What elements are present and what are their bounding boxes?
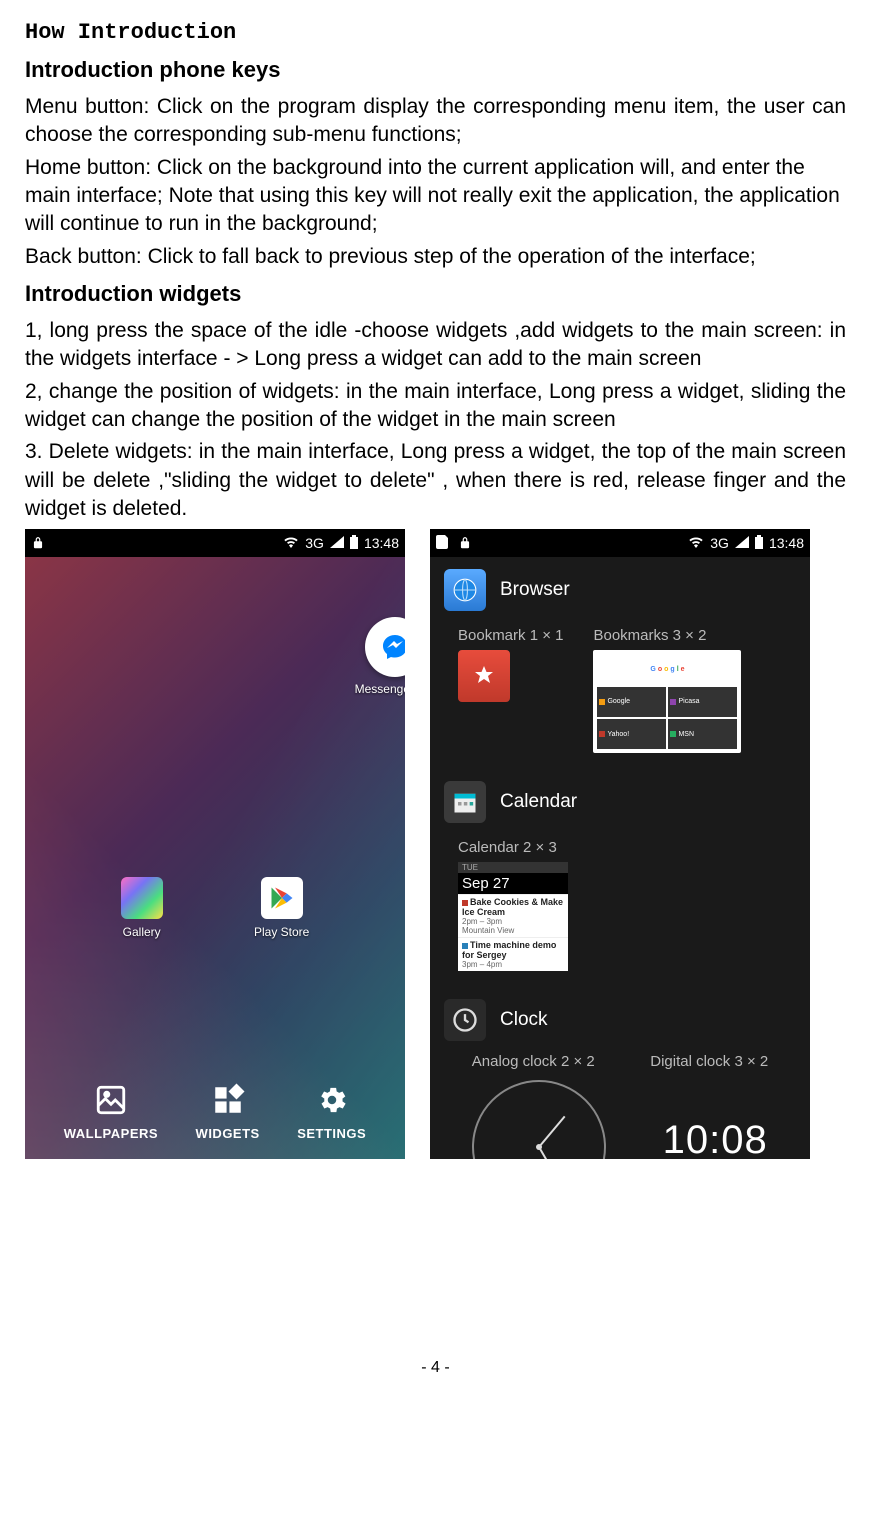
calendar-preview: TUE Sep 27 Bake Cookies & Make Ice Cream…: [458, 862, 568, 971]
browser-icon: [444, 569, 486, 611]
calendar-section-label: Calendar: [500, 791, 577, 813]
paragraph-widgets-2: 2, change the position of widgets: in th…: [25, 378, 846, 435]
clock-section-label: Clock: [500, 1009, 548, 1031]
signal-icon: [735, 535, 749, 551]
clock-label: 13:48: [769, 535, 804, 551]
widget-bookmark-1x1[interactable]: Bookmark 1 × 1: [458, 627, 563, 753]
messenger-chathead[interactable]: [365, 617, 405, 677]
widgets-button[interactable]: WIDGETS: [196, 1080, 260, 1141]
status-bar: 3G 13:48: [430, 529, 810, 557]
bookmarks-grid-preview: Google Google Picasa Yahoo! MSN: [593, 650, 741, 753]
wallpapers-label: WALLPAPERS: [64, 1126, 158, 1141]
widget-analog-clock[interactable]: [472, 1080, 606, 1159]
calendar-day: TUE: [458, 862, 568, 873]
network-label: 3G: [305, 535, 324, 551]
clock-label: 13:48: [364, 535, 399, 551]
widget-bookmarks-3x2[interactable]: Bookmarks 3 × 2 Google Google Picasa Yah…: [593, 627, 741, 753]
widget-section-calendar: Calendar: [430, 769, 810, 835]
calendar-icon: [444, 781, 486, 823]
app-play-store[interactable]: Play Store: [254, 877, 309, 939]
widget-section-clock: Clock: [430, 987, 810, 1053]
wifi-icon: [283, 535, 299, 551]
play-store-icon: [261, 877, 303, 919]
lock-icon: [458, 536, 472, 550]
status-bar: 3G 13:48: [25, 529, 405, 557]
screenshots-row: 3G 13:48 Messenge Gallery: [25, 529, 846, 1159]
bookmark-1x1-label: Bookmark 1 × 1: [458, 627, 563, 644]
settings-button[interactable]: SETTINGS: [297, 1080, 366, 1141]
paragraph-back-button: Back button: Click to fall back to previ…: [25, 243, 846, 271]
signal-icon: [330, 535, 344, 551]
browser-section-label: Browser: [500, 579, 570, 601]
digital-time: 10:08: [663, 1118, 768, 1159]
section-heading-widgets: Introduction widgets: [25, 281, 846, 307]
widgets-icon: [208, 1080, 248, 1120]
sdcard-icon: [436, 535, 448, 552]
analog-clock-face: [472, 1080, 606, 1159]
calendar-event: Bake Cookies & Make Ice Cream 2pm – 3pm …: [458, 894, 568, 937]
widget-digital-clock[interactable]: 10:08 FRI, OCTOBER 05: [663, 1080, 768, 1159]
page-title: How Introduction: [25, 20, 846, 45]
calendar-event: Time machine demo for Sergey 3pm – 4pm: [458, 937, 568, 971]
digital-clock-face: 10:08 FRI, OCTOBER 05: [663, 1080, 768, 1159]
paragraph-widgets-3: 3. Delete widgets: in the main interface…: [25, 438, 846, 523]
messenger-label: Messenge: [355, 682, 405, 696]
play-store-label: Play Store: [254, 925, 309, 939]
calendar-date: Sep 27: [458, 873, 568, 894]
paragraph-home-button: Home button: Click on the background int…: [25, 154, 846, 239]
settings-label: SETTINGS: [297, 1126, 366, 1141]
bookmarks-3x2-label: Bookmarks 3 × 2: [593, 627, 741, 644]
page-number: - 4 -: [25, 1359, 846, 1377]
digital-clock-label: Digital clock 3 × 2: [650, 1053, 768, 1070]
wallpapers-icon: [91, 1080, 131, 1120]
settings-icon: [312, 1080, 352, 1120]
analog-clock-label: Analog clock 2 × 2: [472, 1053, 595, 1070]
event-color-swatch: [462, 943, 468, 949]
widget-calendar-2x3[interactable]: Calendar 2 × 3 TUE Sep 27 Bake Cookies &…: [458, 839, 568, 971]
paragraph-widgets-1: 1, long press the space of the idle -cho…: [25, 317, 846, 374]
battery-icon: [755, 535, 763, 552]
gallery-icon: [121, 877, 163, 919]
wifi-icon: [688, 535, 704, 551]
clock-icon: [444, 999, 486, 1041]
battery-icon: [350, 535, 358, 552]
wallpapers-button[interactable]: WALLPAPERS: [64, 1080, 158, 1141]
paragraph-menu-button: Menu button: Click on the program displa…: [25, 93, 846, 150]
network-label: 3G: [710, 535, 729, 551]
customize-bottom-bar: WALLPAPERS WIDGETS SETTINGS: [25, 1080, 405, 1141]
screenshot-widget-picker: 3G 13:48 Browser Bookmark 1 × 1: [430, 529, 810, 1159]
screenshot-home-customize: 3G 13:48 Messenge Gallery: [25, 529, 405, 1159]
lock-icon: [31, 536, 45, 550]
app-gallery[interactable]: Gallery: [121, 877, 163, 939]
section-heading-phone-keys: Introduction phone keys: [25, 57, 846, 83]
widget-section-browser: Browser: [430, 557, 810, 623]
home-apps-row: Gallery Play Store: [75, 877, 355, 939]
event-color-swatch: [462, 900, 468, 906]
bookmark-icon: [458, 650, 510, 702]
widgets-label: WIDGETS: [196, 1126, 260, 1141]
gallery-label: Gallery: [123, 925, 161, 939]
calendar-2x3-label: Calendar 2 × 3: [458, 839, 568, 856]
